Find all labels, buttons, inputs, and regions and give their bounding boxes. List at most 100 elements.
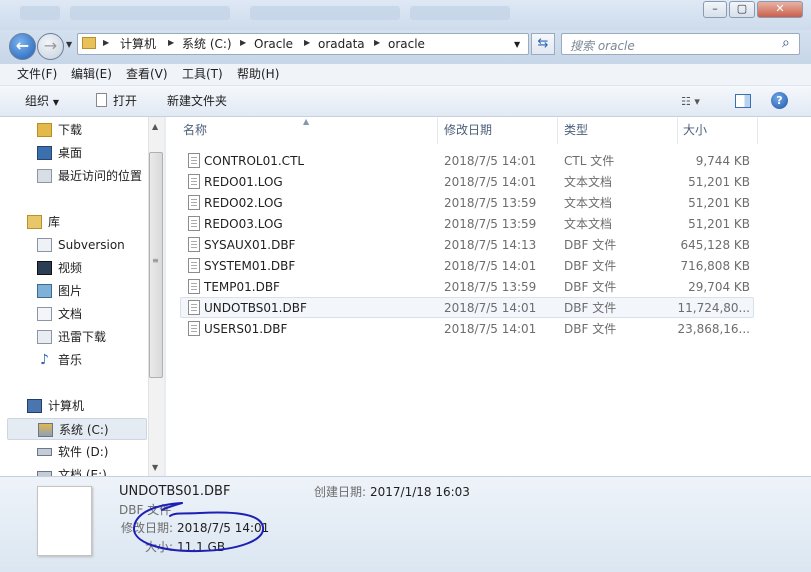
sidebar-item-libraries[interactable]: 库: [7, 211, 147, 233]
recent-pages-chevron-icon[interactable]: ▼: [66, 40, 72, 49]
file-type: 文本文档: [564, 217, 613, 231]
file-name: REDO03.LOG: [204, 217, 283, 231]
title-bar: – ▢ ✕: [0, 0, 811, 30]
chevron-down-icon: ▼: [52, 98, 59, 107]
sidebar-item-downloads[interactable]: 下载: [7, 119, 147, 141]
file-row[interactable]: REDO03.LOG 2018/7/5 13:59 文本文档 51,201 KB: [180, 213, 754, 234]
column-header-date[interactable]: 修改日期: [444, 123, 492, 137]
search-input[interactable]: 搜索 oracle ⌕: [561, 33, 800, 55]
file-row[interactable]: USERS01.DBF 2018/7/5 14:01 DBF 文件 23,868…: [180, 318, 754, 339]
breadcrumb-arrow-icon[interactable]: ▶: [240, 38, 246, 47]
maximize-button[interactable]: ▢: [729, 1, 755, 18]
search-icon[interactable]: ⌕: [782, 35, 790, 51]
sidebar-item-desktop[interactable]: 桌面: [7, 142, 147, 164]
sidebar-item-label: 最近访问的位置: [58, 169, 143, 183]
subversion-icon: [37, 238, 52, 252]
menu-bar: 文件(F) 编辑(E) 查看(V) 工具(T) 帮助(H): [0, 64, 811, 86]
taskbar-thumbnail: [20, 6, 60, 20]
view-options-icon[interactable]: ☷ ▾: [681, 95, 700, 108]
menu-view[interactable]: 查看(V): [126, 67, 168, 81]
column-header-name[interactable]: 名称: [183, 123, 207, 137]
refresh-button[interactable]: ⇆: [531, 33, 555, 55]
menu-edit[interactable]: 编辑(E): [71, 67, 112, 81]
organize-label: 组织: [25, 94, 50, 108]
address-dropdown-chevron-icon[interactable]: ▼: [514, 40, 520, 49]
breadcrumb-oracle[interactable]: Oracle: [254, 37, 293, 51]
breadcrumb-arrow-icon[interactable]: ▶: [304, 38, 310, 47]
file-icon: [188, 216, 200, 231]
breadcrumb-computer[interactable]: 计算机: [120, 37, 156, 51]
sidebar-item-thunder-downloads[interactable]: 迅雷下载: [7, 326, 147, 348]
close-button[interactable]: ✕: [757, 1, 803, 18]
scroll-down-arrow-icon[interactable]: ▼: [152, 463, 158, 472]
file-date: 2018/7/5 14:01: [444, 301, 537, 315]
file-type: DBF 文件: [564, 259, 617, 273]
file-type: 文本文档: [564, 196, 613, 210]
file-size: 11,724,80...: [677, 301, 750, 315]
sidebar-item-videos[interactable]: 视频: [7, 257, 147, 279]
file-date: 2018/7/5 14:01: [444, 322, 537, 336]
column-divider[interactable]: [757, 118, 758, 144]
breadcrumb-arrow-icon[interactable]: ▶: [103, 38, 109, 47]
sidebar-item-system-drive-c[interactable]: 系统 (C:): [7, 418, 147, 440]
new-folder-button[interactable]: 新建文件夹: [167, 94, 227, 108]
menu-help[interactable]: 帮助(H): [237, 67, 279, 81]
picture-library-icon: [37, 284, 52, 298]
file-row[interactable]: SYSTEM01.DBF 2018/7/5 14:01 DBF 文件 716,8…: [180, 255, 754, 276]
column-header-size[interactable]: 大小: [683, 123, 707, 137]
file-row[interactable]: SYSAUX01.DBF 2018/7/5 14:13 DBF 文件 645,1…: [180, 234, 754, 255]
breadcrumb-drive-c[interactable]: 系统 (C:): [182, 37, 232, 51]
file-date: 2018/7/5 13:59: [444, 280, 537, 294]
sidebar-item-documents[interactable]: 文档: [7, 303, 147, 325]
back-button[interactable]: ←: [9, 33, 36, 60]
sidebar-item-label: 系统 (C:): [59, 423, 109, 437]
sidebar-item-drive-e[interactable]: 文档 (E:): [7, 464, 147, 476]
file-icon: [188, 195, 200, 210]
sidebar-item-pictures[interactable]: 图片: [7, 280, 147, 302]
file-row[interactable]: CONTROL01.CTL 2018/7/5 14:01 CTL 文件 9,74…: [180, 150, 754, 171]
file-icon: [188, 279, 200, 294]
organize-button[interactable]: 组织 ▼: [25, 94, 59, 110]
sidebar-item-subversion[interactable]: Subversion: [7, 234, 147, 256]
file-type: DBF 文件: [564, 238, 617, 252]
column-header-type[interactable]: 类型: [564, 123, 588, 137]
forward-button[interactable]: →: [37, 33, 64, 60]
sidebar-item-music[interactable]: ♪ 音乐: [7, 349, 147, 371]
breadcrumb-oradata[interactable]: oradata: [318, 37, 365, 51]
breadcrumb-current-folder[interactable]: oracle: [388, 37, 425, 51]
preview-pane-icon[interactable]: [735, 94, 751, 108]
sort-ascending-icon: ▲: [303, 117, 310, 126]
scroll-up-arrow-icon[interactable]: ▲: [152, 122, 158, 131]
sidebar-item-drive-d[interactable]: 软件 (D:): [7, 441, 147, 463]
file-size: 716,808 KB: [680, 259, 750, 273]
sidebar-item-label: 视频: [58, 261, 83, 275]
taskbar-thumbnail: [70, 6, 230, 20]
column-divider[interactable]: [437, 118, 438, 144]
minimize-button[interactable]: –: [703, 1, 727, 18]
file-row[interactable]: TEMP01.DBF 2018/7/5 13:59 DBF 文件 29,704 …: [180, 276, 754, 297]
file-date: 2018/7/5 14:01: [444, 175, 537, 189]
column-divider[interactable]: [677, 118, 678, 144]
file-icon: [188, 153, 200, 168]
column-divider[interactable]: [557, 118, 558, 144]
file-row[interactable]: REDO02.LOG 2018/7/5 13:59 文本文档 51,201 KB: [180, 192, 754, 213]
video-library-icon: [37, 261, 52, 275]
help-icon[interactable]: ?: [771, 92, 788, 109]
file-name: SYSAUX01.DBF: [204, 238, 296, 252]
menu-file[interactable]: 文件(F): [17, 67, 57, 81]
file-row[interactable]: REDO01.LOG 2018/7/5 14:01 文本文档 51,201 KB: [180, 171, 754, 192]
scrollbar-thumb[interactable]: ≡: [149, 152, 163, 378]
sidebar-item-recent-places[interactable]: 最近访问的位置: [7, 165, 147, 187]
file-size: 9,744 KB: [695, 154, 750, 168]
file-row-selected[interactable]: UNDOTBS01.DBF 2018/7/5 14:01 DBF 文件 11,7…: [180, 297, 754, 318]
file-size: 51,201 KB: [688, 196, 750, 210]
file-name: CONTROL01.CTL: [204, 154, 305, 168]
address-bar[interactable]: ▶ 计算机 ▶ 系统 (C:) ▶ Oracle ▶ oradata ▶ ora…: [77, 33, 529, 55]
breadcrumb-arrow-icon[interactable]: ▶: [374, 38, 380, 47]
file-name: SYSTEM01.DBF: [204, 259, 296, 273]
file-size: 51,201 KB: [688, 175, 750, 189]
sidebar-item-computer[interactable]: 计算机: [7, 395, 147, 417]
breadcrumb-arrow-icon[interactable]: ▶: [168, 38, 174, 47]
menu-tools[interactable]: 工具(T): [182, 67, 223, 81]
open-button[interactable]: 打开: [113, 94, 137, 108]
